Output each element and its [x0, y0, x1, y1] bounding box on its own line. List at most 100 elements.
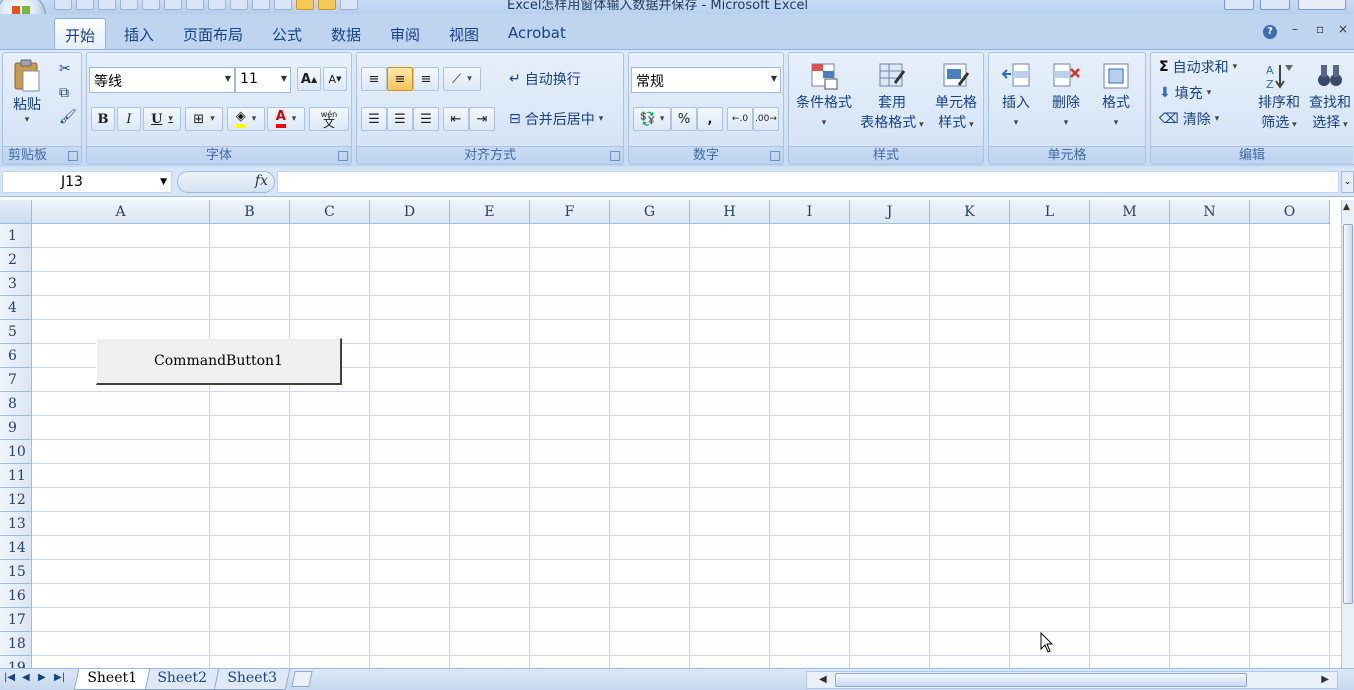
align-left-button[interactable]: ☰ — [361, 107, 387, 131]
insert-function-icon[interactable]: fx — [255, 173, 268, 189]
row-header-15[interactable]: 15 — [0, 560, 32, 584]
scroll-up-icon[interactable]: ▲ — [1343, 202, 1350, 212]
column-header-j[interactable]: J — [850, 200, 930, 224]
column-header-g[interactable]: G — [610, 200, 690, 224]
spelling-icon[interactable] — [340, 0, 358, 10]
insert-sheet-icon[interactable] — [291, 671, 313, 687]
row-header-5[interactable]: 5 — [0, 320, 32, 344]
copy-button[interactable]: ⧉ — [59, 85, 69, 101]
column-header-a[interactable]: A — [32, 200, 210, 224]
column-header-h[interactable]: H — [690, 200, 770, 224]
font-size-combo[interactable]: 11 ▼ — [235, 67, 291, 93]
clear-button[interactable]: ⌫ 清除 ▾ — [1159, 109, 1219, 129]
form-icon[interactable] — [296, 0, 314, 10]
column-header-k[interactable]: K — [930, 200, 1010, 224]
row-header-11[interactable]: 11 — [0, 464, 32, 488]
increase-decimal-button[interactable]: ←.0 — [727, 107, 753, 131]
column-header-e[interactable]: E — [450, 200, 530, 224]
orientation-button[interactable]: ⟋ ▾ — [443, 67, 481, 91]
sort-icon[interactable] — [186, 0, 204, 10]
format-as-table-button[interactable]: 套用 表格格式 ▾ — [859, 61, 925, 135]
borders-button[interactable]: ⊞ ▾ — [185, 107, 223, 131]
save-icon[interactable] — [54, 0, 72, 10]
dialog-launcher-icon[interactable] — [338, 151, 348, 161]
sheet-tab-sheet2[interactable]: Sheet2 — [143, 669, 220, 690]
column-header-m[interactable]: M — [1090, 200, 1170, 224]
increase-indent-button[interactable]: ⇥ — [469, 107, 495, 131]
format-painter-button[interactable]: 🖌 — [59, 109, 77, 125]
dialog-launcher-icon[interactable] — [770, 151, 780, 161]
phonetic-button[interactable]: wén 文 — [309, 107, 349, 131]
ribbon-close-icon[interactable]: × — [1338, 22, 1348, 36]
tab-review[interactable]: 审阅 — [390, 24, 420, 45]
format-cells-button[interactable]: 格式 ▾ — [1095, 61, 1137, 133]
decrease-indent-button[interactable]: ⇤ — [443, 107, 469, 131]
row-header-17[interactable]: 17 — [0, 608, 32, 632]
autosum-button[interactable]: Σ 自动求和 ▾ — [1159, 57, 1237, 77]
name-box[interactable]: J13 ▼ — [2, 171, 172, 193]
row-header-13[interactable]: 13 — [0, 512, 32, 536]
column-header-o[interactable]: O — [1250, 200, 1330, 224]
font-name-combo[interactable]: 等线 ▼ — [89, 67, 235, 93]
sheet-tab-sheet3[interactable]: Sheet3 — [213, 669, 290, 690]
shrink-font-button[interactable]: A ▼ — [323, 67, 347, 91]
redo-icon[interactable] — [98, 0, 116, 10]
chevron-down-icon[interactable]: ▼ — [160, 177, 167, 187]
horizontal-scroll-thumb[interactable] — [835, 673, 1247, 687]
new-file-icon[interactable] — [142, 0, 160, 10]
merge-center-button[interactable]: ⊟ 合并后居中 ▾ — [509, 109, 603, 129]
tab-home[interactable]: 开始 — [54, 18, 107, 50]
table-icon[interactable] — [164, 0, 182, 10]
tab-view[interactable]: 视图 — [449, 24, 479, 45]
insert-cells-button[interactable]: 插入 ▾ — [995, 61, 1037, 133]
cut-button[interactable]: ✂ — [59, 61, 71, 77]
next-sheet-icon[interactable]: ▶ — [38, 672, 46, 683]
accounting-format-button[interactable]: 💱 ▾ — [633, 107, 671, 131]
align-right-button[interactable]: ☰ — [413, 107, 439, 131]
row-header-14[interactable]: 14 — [0, 536, 32, 560]
find-select-button[interactable]: 查找和 选择 ▾ — [1305, 61, 1354, 135]
row-header-6[interactable]: 6 — [0, 344, 32, 368]
print-preview-icon[interactable] — [120, 0, 138, 10]
prev-sheet-icon[interactable]: ◀ — [22, 672, 30, 683]
tab-page-layout[interactable]: 页面布局 — [183, 24, 243, 45]
command-button-1[interactable]: CommandButton1 — [96, 338, 342, 385]
number-format-combo[interactable]: 常规 ▼ — [631, 67, 781, 93]
last-sheet-icon[interactable]: ▶| — [54, 672, 65, 683]
font-color-button[interactable]: A ▾ — [267, 107, 305, 131]
chart-icon[interactable] — [208, 0, 226, 10]
align-top-button[interactable]: ≡ — [361, 67, 387, 91]
horizontal-scrollbar[interactable]: ◀ ▶ — [806, 671, 1338, 689]
row-header-16[interactable]: 16 — [0, 584, 32, 608]
column-header-l[interactable]: L — [1010, 200, 1090, 224]
row-header-8[interactable]: 8 — [0, 392, 32, 416]
row-header-12[interactable]: 12 — [0, 488, 32, 512]
restore-window-button[interactable] — [1260, 0, 1290, 10]
chevron-down-icon[interactable]: ▼ — [281, 74, 287, 83]
decrease-decimal-button[interactable]: .00→ — [753, 107, 779, 131]
row-header-19[interactable]: 19 — [0, 656, 32, 668]
row-header-4[interactable]: 4 — [0, 296, 32, 320]
select-all-corner[interactable] — [0, 200, 32, 224]
row-header-1[interactable]: 1 — [0, 224, 32, 248]
ribbon-restore-icon[interactable]: ▫ — [1316, 22, 1324, 36]
delete-cells-button[interactable]: 删除 ▾ — [1045, 61, 1087, 133]
tab-acrobat[interactable]: Acrobat — [508, 24, 566, 42]
dialog-launcher-icon[interactable] — [68, 151, 78, 161]
bold-button[interactable]: B — [91, 107, 115, 131]
row-header-18[interactable]: 18 — [0, 632, 32, 656]
fill-button[interactable]: ⬇ 填充 ▾ — [1159, 83, 1211, 103]
sort-filter-button[interactable]: A Z 排序和 筛选 ▾ — [1255, 61, 1303, 135]
help-icon[interactable]: ? — [1263, 25, 1277, 39]
tab-insert[interactable]: 插入 — [124, 24, 154, 45]
chevron-down-icon[interactable]: ▼ — [771, 74, 777, 83]
column-header-f[interactable]: F — [530, 200, 610, 224]
column-header-b[interactable]: B — [210, 200, 290, 224]
tab-formulas[interactable]: 公式 — [272, 24, 302, 45]
row-header-9[interactable]: 9 — [0, 416, 32, 440]
row-header-7[interactable]: 7 — [0, 368, 32, 392]
open-folder-icon[interactable] — [318, 0, 336, 10]
italic-button[interactable]: I — [117, 107, 141, 131]
conditional-formatting-button[interactable]: 条件格式 ▾ — [793, 61, 855, 133]
first-sheet-icon[interactable]: |◀ — [4, 672, 15, 683]
